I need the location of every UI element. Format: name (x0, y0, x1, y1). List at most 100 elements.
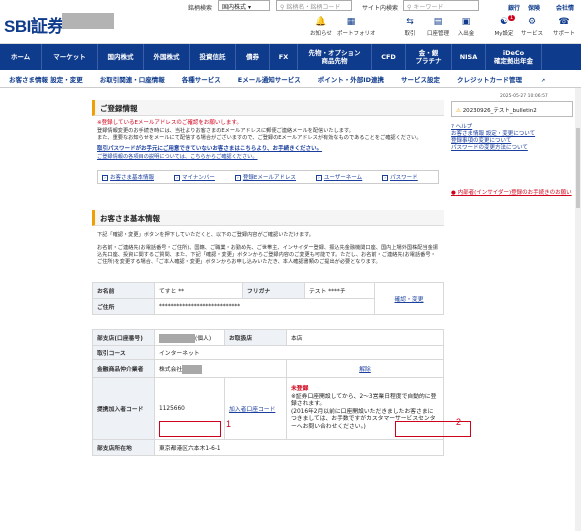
service-button[interactable]: ⚙ サービス (518, 17, 546, 37)
help-panel: ? ヘルプ お客さま情報 設定・変更について 登録事項の変更について パスワード… (451, 124, 573, 152)
registration-para2: また、重要なお知らせをメールにて配信する場合がございますので、ご登録のEメールア… (97, 135, 422, 142)
deposit-button[interactable]: ▣ 入出金 (452, 17, 480, 37)
nav-foreign-stock[interactable]: 外国株式 (144, 44, 190, 70)
subnav-email-notify[interactable]: Eメール通知サービス (238, 74, 301, 84)
help-title[interactable]: ? ヘルプ (451, 124, 573, 131)
subnav-credit-card[interactable]: クレジットカード管理 ↗ (457, 74, 562, 84)
unregistered-status: 未登録 (291, 386, 309, 393)
trade-button[interactable]: ⇆ 取引 (396, 17, 424, 37)
email-note: ※登録しているEメールアドレスのご確認をお願いします。 (97, 120, 242, 126)
logo[interactable]: SBI証券 (4, 12, 64, 37)
tab-username[interactable]: › ユーザーネーム (315, 173, 372, 181)
scrollbar-thumb[interactable] (576, 128, 580, 208)
insider-link[interactable]: ● 内部者(インサイダー)登録のお手続きのお願い (451, 190, 573, 197)
nav-home[interactable]: ホーム (0, 44, 42, 70)
annotation-box-1 (159, 421, 221, 437)
name-value: てすと ** (154, 282, 243, 300)
nav-futures[interactable]: 先物・オプション 商品先物 (298, 44, 372, 70)
trade-icon: ⇆ (406, 17, 414, 27)
nav-gold[interactable]: 金・銀 プラチナ (406, 44, 452, 70)
tab-basic-info[interactable]: › お客さま基本情報 (102, 173, 164, 181)
alert-icon: ● (451, 190, 456, 196)
redacted-block (159, 333, 195, 343)
search-icon: ⚲ (407, 4, 412, 11)
tab-password[interactable]: › パスワード (382, 173, 428, 181)
bank-link[interactable]: 銀行 (508, 3, 520, 12)
bell-icon: 🔔 (315, 17, 327, 27)
notice-button[interactable]: 🔔 お知らせ (307, 17, 335, 37)
main-content: ご登録情報 ※登録しているEメールアドレスのご確認をお願いします。 登録情報変更… (92, 100, 444, 457)
question-icon: ? (451, 124, 454, 130)
nav-cfd[interactable]: CFD (372, 44, 406, 70)
chevron-down-icon: ▾ (247, 4, 251, 11)
registration-tabs: › お客さま基本情報 › マイナンバー › 登録Eメールアドレス › ユーザーネーム ›… (97, 169, 439, 184)
nav-bonds[interactable]: 債券 (236, 44, 270, 70)
account-button[interactable]: ▤ 口座管理 (424, 17, 452, 37)
service-icon: ⚙ (527, 17, 537, 27)
bulletin-box[interactable]: ⚠ 20230926_テスト_bulletin2 (451, 101, 573, 117)
subnav-customer-info[interactable]: お客さま情報 設定・変更 (9, 74, 83, 84)
arrow-icon: › (102, 174, 108, 181)
branch-address-value: 東京都港区六本木1-6-1 (154, 439, 444, 457)
arrow-icon: › (315, 174, 322, 181)
site-search-input[interactable]: ⚲ キーワード (403, 0, 479, 11)
affiliate-code-link[interactable]: 加入者口座コード (229, 407, 275, 413)
annotation-number-1: 1 (226, 419, 232, 429)
annotation-number-2: 2 (456, 417, 462, 427)
stock-search-label: 銘柄検索 (188, 5, 213, 12)
main-nav: ホーム マーケット 国内株式 外国株式 投資信託 債券 FX 先物・オプション … (0, 44, 581, 70)
course-label: 取引コース (92, 345, 155, 361)
tab-email[interactable]: › 登録Eメールアドレス (234, 173, 306, 181)
site-search-label: サイト内検索 (362, 5, 399, 12)
cancel-link[interactable]: 解除 (359, 367, 371, 373)
support-button[interactable]: ☎ サポート (550, 17, 578, 37)
basic-info-table: お名前 てすと ** フリガナ テスト ****チ 確認・変更 ご住所 ****… (92, 282, 444, 316)
nav-domestic-stock[interactable]: 国内株式 (98, 44, 144, 70)
affiliate-label: 提携加入者コード (92, 377, 155, 441)
nav-nisa[interactable]: NISA (452, 44, 486, 70)
help-link-2[interactable]: 登録事項の変更について (451, 138, 573, 145)
trade-password-link[interactable]: 取引パスワードがお手元にご用意できていないお客さまはこちらより、お手続きください… (97, 144, 439, 152)
subnav-trade-info[interactable]: お取引関連・口座情報 (100, 74, 165, 84)
affiliate-note1: ※証券口座開設してから、2〜3営業日程度で自動的に登録されます。 (291, 393, 437, 408)
branch-address-label: 部支店所在地 (92, 439, 155, 457)
help-link-3[interactable]: パスワードの変更方法について (451, 145, 573, 152)
nav-more[interactable] (542, 44, 575, 70)
nav-fx[interactable]: FX (270, 44, 298, 70)
account-icon: ▤ (433, 17, 443, 27)
stock-search-select[interactable]: 国内株式 ▾ (218, 0, 270, 11)
subnav-services[interactable]: 各種サービス (182, 74, 221, 84)
main-branch-label: お取扱店 (224, 329, 287, 347)
confirm-cell: 確認・変更 (374, 282, 444, 316)
furigana-value: テスト ****チ (304, 282, 375, 300)
nav-market[interactable]: マーケット (42, 44, 98, 70)
support-icon: ☎ (558, 17, 570, 27)
portfolio-button[interactable]: ▦ ポートフォリオ (337, 17, 376, 37)
notification-badge: 1 (507, 15, 515, 21)
redacted-block (62, 13, 114, 29)
branch-value: (個人) (154, 329, 225, 347)
explanation-link[interactable]: ご登録情報の各項目の説明については、こちらからご確認ください。 (97, 154, 439, 161)
sub-nav: お客さま情報 設定・変更 お取引関連・口座情報 各種サービス Eメール通知サービ… (0, 70, 581, 88)
portfolio-icon: ▦ (346, 17, 356, 27)
nav-funds[interactable]: 投資信託 (190, 44, 236, 70)
warning-icon: ⚠ (456, 108, 461, 114)
search-icon: ⚲ (280, 4, 285, 11)
nav-ideco[interactable]: iDeCo 確定拠出年金 (486, 44, 542, 70)
arrow-icon: › (382, 174, 389, 181)
my-settings-button[interactable]: ☯ My設定 1 (490, 15, 518, 37)
intermediary-value: 株式会社 (154, 359, 287, 379)
basic-para2: お名前・ご連絡先(お電話番号・ご住所)、国籍、ご職業・お勤め先、ご世帯主、インサ… (97, 244, 439, 266)
insurance-link[interactable]: 保険 (528, 3, 540, 12)
subnav-points[interactable]: ポイント・外部ID連携 (318, 74, 384, 84)
stock-search-input[interactable]: ⚲ 銘柄名・銘柄コード (276, 0, 352, 11)
arrow-icon: › (174, 174, 181, 181)
address-value: **************************** (154, 298, 375, 316)
confirm-change-link[interactable]: 確認・変更 (395, 297, 424, 303)
company-link[interactable]: 会社情 (556, 3, 574, 12)
subnav-service-settings[interactable]: サービス設定 (401, 74, 440, 84)
help-link-1[interactable]: お客さま情報 設定・変更について (451, 131, 573, 138)
cancel-cell: 解除 (286, 359, 444, 379)
tab-my-number[interactable]: › マイナンバー (174, 173, 225, 181)
scrollbar[interactable] (575, 88, 581, 531)
